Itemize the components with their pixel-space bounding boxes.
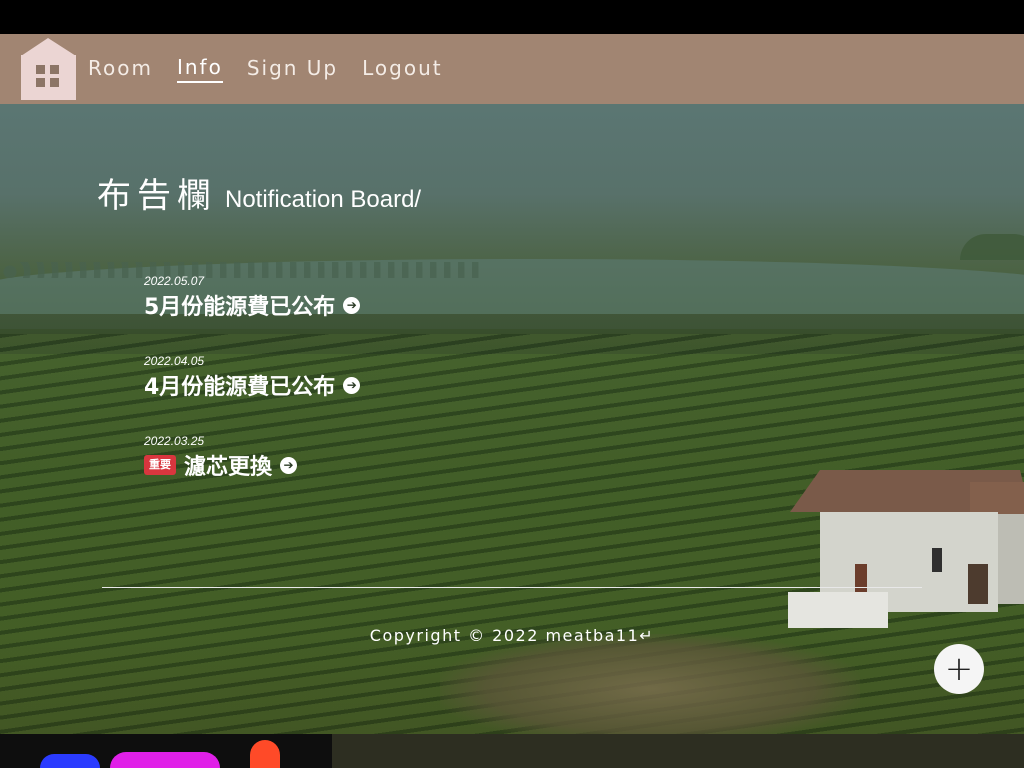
notice-row: 重要 濾芯更換 ➔ bbox=[144, 449, 298, 481]
dirt-path bbox=[440, 634, 860, 734]
house-icon[interactable] bbox=[21, 38, 76, 100]
notice-item[interactable]: 2022.04.05 4月份能源費已公布 ➔ bbox=[144, 354, 361, 401]
copyright-text: Copyright © 2022 meatba11↵ bbox=[369, 626, 655, 645]
important-badge: 重要 bbox=[144, 455, 176, 475]
top-black-bar bbox=[0, 0, 1024, 34]
arrow-right-icon[interactable]: ➔ bbox=[343, 296, 361, 314]
logo-roof bbox=[21, 38, 76, 56]
notice-date: 2022.04.05 bbox=[144, 354, 205, 368]
navbar: Room Info Sign Up Logout bbox=[0, 34, 1024, 104]
logo-window-pane bbox=[50, 65, 59, 74]
tree-cluster bbox=[960, 234, 1024, 260]
notice-row: 5月份能源費已公布 ➔ bbox=[144, 289, 361, 321]
nav-signup-link[interactable]: Sign Up bbox=[247, 56, 338, 82]
color-artifact bbox=[250, 740, 280, 768]
nav-logout-link[interactable]: Logout bbox=[362, 56, 442, 82]
logo-window-pane bbox=[36, 65, 45, 74]
logo-window-pane bbox=[36, 78, 45, 87]
page-title: 布告欄 Notification Board/ bbox=[97, 168, 421, 217]
notice-title-link[interactable]: 4月份能源費已公布 bbox=[144, 369, 335, 401]
arrow-right-icon[interactable]: ➔ bbox=[343, 376, 361, 394]
plus-icon[interactable]: + bbox=[934, 644, 984, 694]
notice-date: 2022.03.25 bbox=[144, 434, 205, 448]
house-annex bbox=[788, 592, 888, 628]
house-door bbox=[855, 564, 867, 594]
page-title-en: Notification Board/ bbox=[225, 186, 422, 213]
bottom-strip-dark bbox=[0, 734, 332, 768]
notice-item[interactable]: 2022.03.25 重要 濾芯更換 ➔ bbox=[144, 434, 298, 481]
color-artifact bbox=[40, 754, 100, 768]
notice-item[interactable]: 2022.05.07 5月份能源費已公布 ➔ bbox=[144, 274, 361, 321]
farmhouse bbox=[780, 464, 1024, 634]
notice-title-link[interactable]: 5月份能源費已公布 bbox=[144, 289, 335, 321]
house-wall-side bbox=[998, 514, 1024, 604]
notice-title-link[interactable]: 濾芯更換 bbox=[184, 449, 272, 481]
arrow-right-icon[interactable]: ➔ bbox=[280, 456, 298, 474]
nav-info-link[interactable]: Info bbox=[176, 55, 223, 83]
footer-divider bbox=[102, 587, 922, 588]
notice-row: 4月份能源費已公布 ➔ bbox=[144, 369, 361, 401]
house-window bbox=[932, 548, 942, 572]
page-title-zh: 布告欄 bbox=[97, 176, 217, 216]
house-door-side bbox=[968, 564, 988, 604]
notice-date: 2022.05.07 bbox=[144, 274, 205, 288]
nav-room-link[interactable]: Room bbox=[88, 56, 153, 82]
nav-links: Room Info Sign Up Logout bbox=[88, 34, 467, 104]
logo-window-pane bbox=[50, 78, 59, 87]
bottom-strip bbox=[0, 734, 1024, 768]
house-roof-side bbox=[970, 482, 1024, 514]
color-artifact bbox=[110, 752, 220, 768]
logo-body bbox=[21, 55, 76, 100]
